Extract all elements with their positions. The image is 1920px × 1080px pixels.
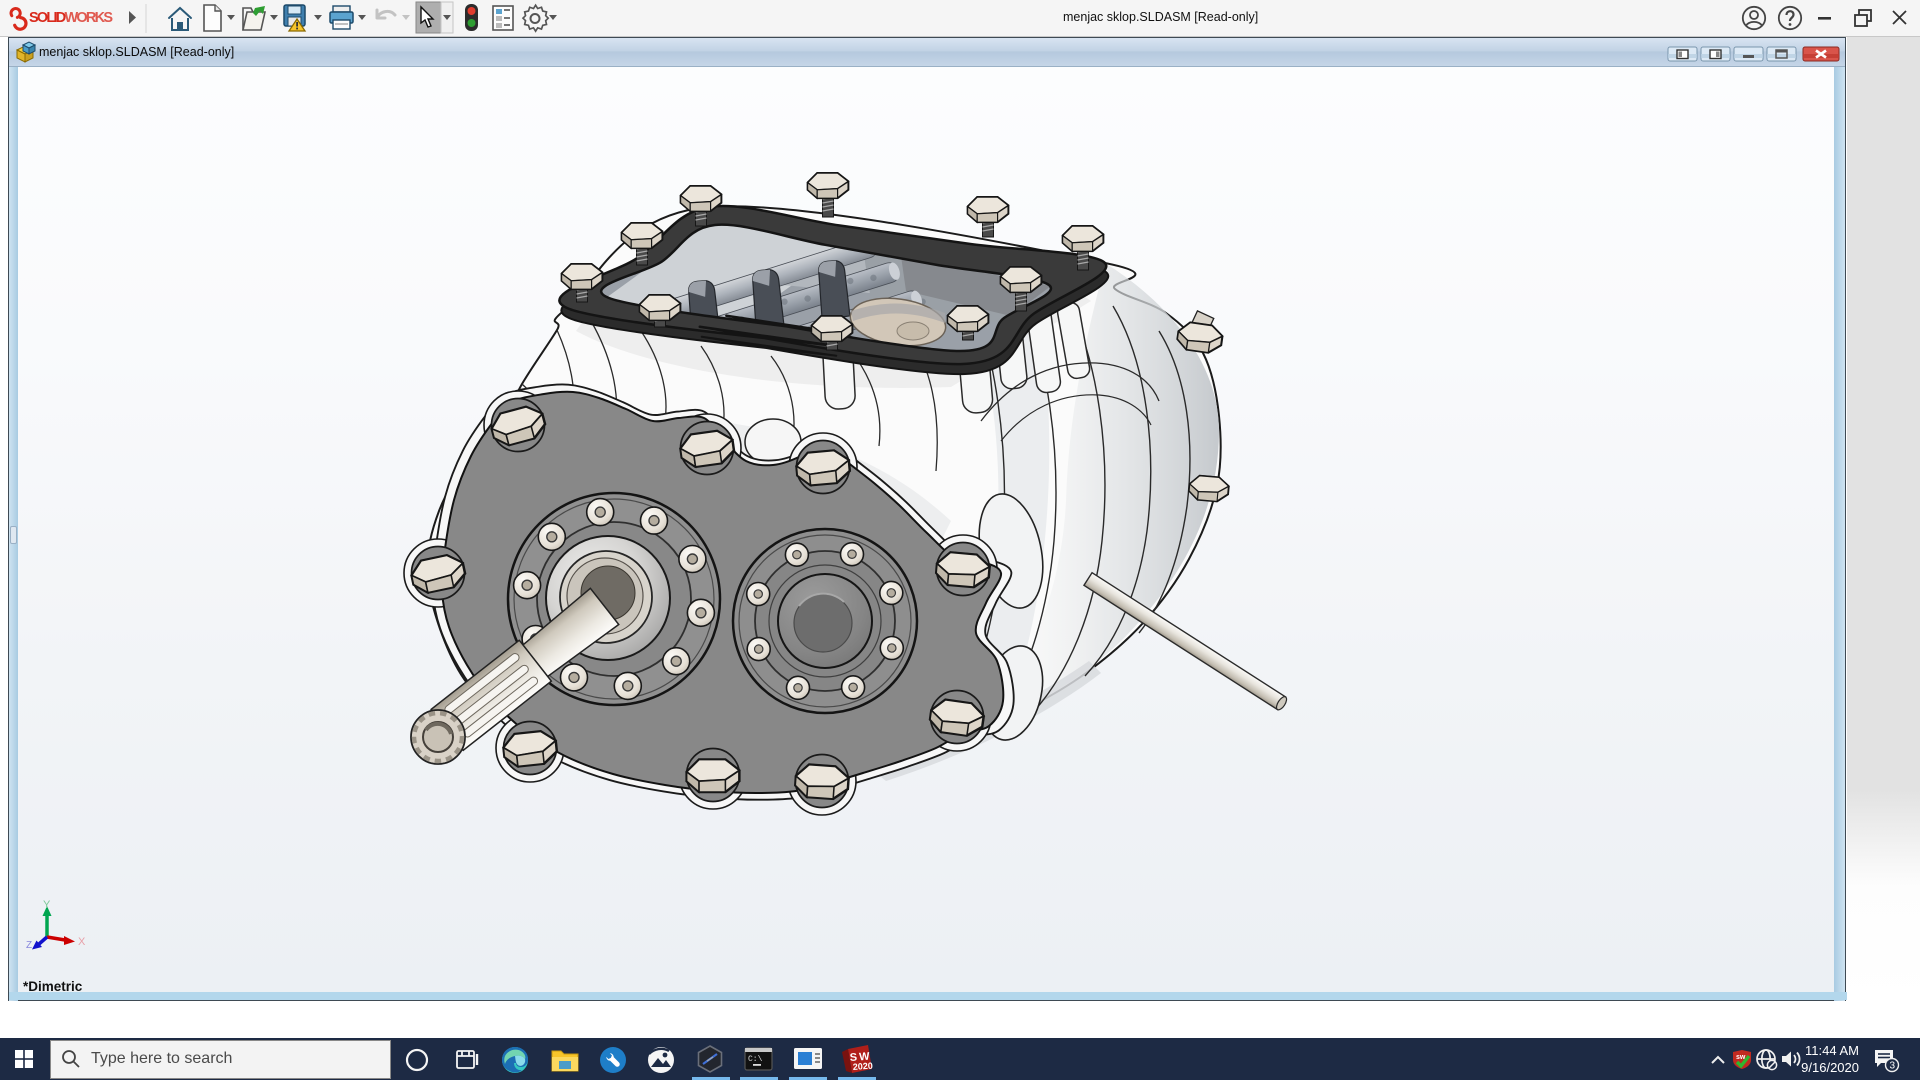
svg-text:X: X [78,936,86,948]
svg-text:3: 3 [1890,1061,1896,1072]
svg-text:Y: Y [43,899,51,911]
svg-text:C:\: C:\ [748,1055,763,1064]
svg-text:2020: 2020 [852,1061,873,1072]
svg-text:SOLIDWORKS: SOLIDWORKS [29,10,113,26]
svg-text:Z: Z [26,940,32,951]
